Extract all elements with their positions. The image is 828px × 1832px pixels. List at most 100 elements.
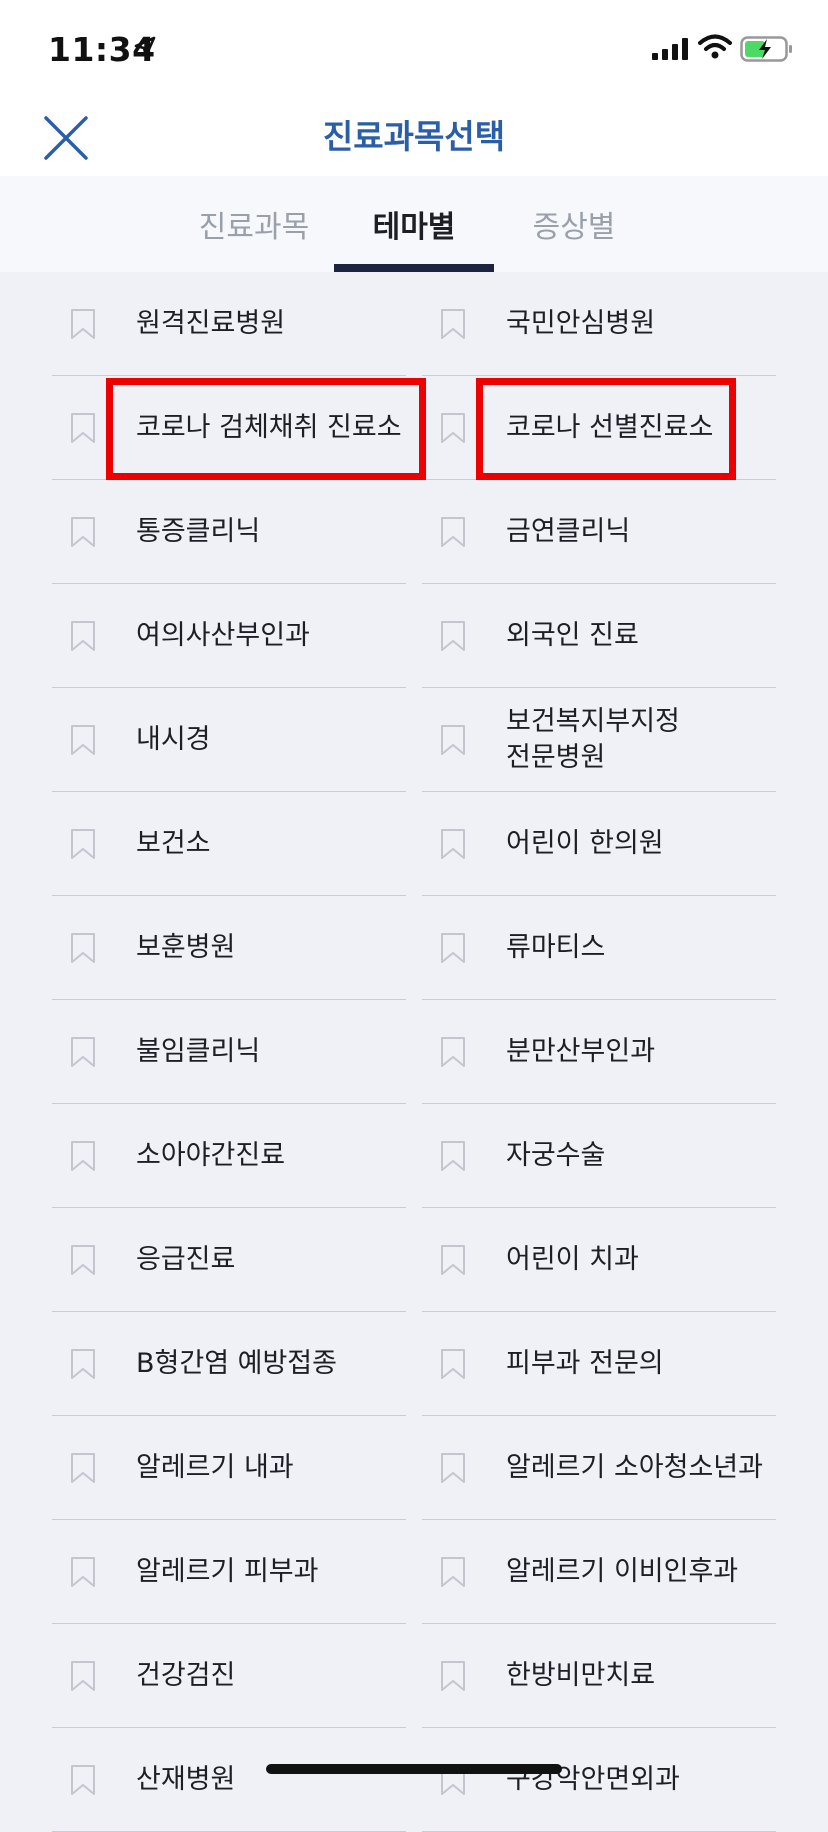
bookmark-icon[interactable] [440, 1244, 466, 1276]
bookmark-icon[interactable] [440, 828, 466, 860]
theme-item[interactable]: 내시경 [52, 688, 406, 792]
bookmark-icon[interactable] [440, 516, 466, 548]
theme-item[interactable]: 알레르기 소아청소년과 [422, 1416, 776, 1520]
theme-item[interactable]: 피부과 전문의 [422, 1312, 776, 1416]
theme-item[interactable]: 어린이 치과 [422, 1208, 776, 1312]
theme-item[interactable]: 알레르기 이비인후과 [422, 1520, 776, 1624]
theme-item-label: 어린이 한의원 [506, 827, 664, 859]
theme-item-label: 불임클리닉 [136, 1035, 261, 1067]
theme-item-label: 국민안심병원 [506, 307, 656, 339]
theme-item[interactable]: 원격진료병원 [52, 272, 406, 376]
theme-item-label: 보건소 [136, 827, 211, 859]
bookmark-icon[interactable] [440, 724, 466, 756]
bookmark-icon[interactable] [70, 1140, 96, 1172]
theme-item-label: 응급진료 [136, 1243, 236, 1275]
theme-item-label: 류마티스 [506, 931, 606, 963]
theme-item[interactable]: 코로나 검체채취 진료소 [52, 376, 406, 480]
bookmark-icon[interactable] [70, 1348, 96, 1380]
tab-specialty[interactable]: 진료과목 [174, 202, 334, 246]
bookmark-icon[interactable] [440, 308, 466, 340]
bookmark-icon[interactable] [70, 1660, 96, 1692]
theme-item[interactable]: 자궁수술 [422, 1104, 776, 1208]
bookmark-icon[interactable] [440, 1140, 466, 1172]
theme-item-label: 여의사산부인과 [136, 619, 310, 651]
theme-item[interactable]: 알레르기 내과 [52, 1416, 406, 1520]
theme-item[interactable]: 한방비만치료 [422, 1624, 776, 1728]
bookmark-icon[interactable] [70, 620, 96, 652]
theme-item[interactable]: 코로나 선별진료소 [422, 376, 776, 480]
theme-item-label: 코로나 검체채취 진료소 [136, 411, 402, 443]
bookmark-icon[interactable] [440, 412, 466, 444]
theme-item-label: 소아야간진료 [136, 1139, 286, 1171]
theme-item[interactable]: 소아야간진료 [52, 1104, 406, 1208]
theme-item-label: 외국인 진료 [506, 619, 639, 651]
theme-item[interactable]: 응급진료 [52, 1208, 406, 1312]
theme-item-label: 한방비만치료 [506, 1659, 656, 1691]
theme-item-label: 산재병원 [136, 1763, 236, 1795]
theme-item-label: 보건복지부지정 전문병원 [506, 705, 680, 773]
bookmark-icon[interactable] [440, 932, 466, 964]
tab-symptom[interactable]: 증상별 [494, 202, 654, 246]
header: 진료과목선택 [0, 100, 828, 176]
bookmark-icon[interactable] [440, 1348, 466, 1380]
active-tab-indicator [334, 264, 494, 272]
theme-item[interactable]: 통증클리닉 [52, 480, 406, 584]
bookmark-icon[interactable] [70, 412, 96, 444]
theme-item-label: B형간염 예방접종 [136, 1347, 337, 1379]
theme-item[interactable]: 국민안심병원 [422, 272, 776, 376]
theme-item[interactable]: 보건복지부지정 전문병원 [422, 688, 776, 792]
theme-item-label: 분만산부인과 [506, 1035, 656, 1067]
theme-item[interactable]: B형간염 예방접종 [52, 1312, 406, 1416]
location-arrow-icon [134, 36, 156, 58]
theme-item-label: 건강검진 [136, 1659, 236, 1691]
bookmark-icon[interactable] [70, 1452, 96, 1484]
theme-item[interactable]: 분만산부인과 [422, 1000, 776, 1104]
bookmark-icon[interactable] [70, 724, 96, 756]
theme-item-label: 원격진료병원 [136, 307, 286, 339]
theme-item[interactable]: 산재병원 [52, 1728, 406, 1832]
theme-item-label: 자궁수술 [506, 1139, 606, 1171]
theme-item[interactable]: 보훈병원 [52, 896, 406, 1000]
theme-item-label: 어린이 치과 [506, 1243, 639, 1275]
theme-item-label: 코로나 선별진료소 [506, 411, 714, 443]
theme-item-label: 통증클리닉 [136, 515, 261, 547]
theme-item[interactable]: 여의사산부인과 [52, 584, 406, 688]
bookmark-icon[interactable] [70, 932, 96, 964]
theme-item[interactable]: 외국인 진료 [422, 584, 776, 688]
theme-item[interactable]: 보건소 [52, 792, 406, 896]
bookmark-icon[interactable] [70, 1556, 96, 1588]
bookmark-icon[interactable] [440, 620, 466, 652]
bookmark-icon[interactable] [70, 516, 96, 548]
bookmark-icon[interactable] [70, 1036, 96, 1068]
theme-item[interactable]: 류마티스 [422, 896, 776, 1000]
home-indicator [266, 1764, 562, 1774]
theme-item-label: 금연클리닉 [506, 515, 631, 547]
bookmark-icon[interactable] [440, 1036, 466, 1068]
tab-theme[interactable]: 테마별 [334, 202, 494, 246]
theme-item[interactable]: 어린이 한의원 [422, 792, 776, 896]
theme-item-label: 구강악안면외과 [506, 1763, 680, 1795]
theme-item-label: 보훈병원 [136, 931, 236, 963]
theme-item-label: 알레르기 이비인후과 [506, 1555, 739, 1587]
theme-item-label: 내시경 [136, 723, 211, 755]
bookmark-icon[interactable] [70, 828, 96, 860]
bookmark-icon[interactable] [440, 1452, 466, 1484]
status-bar: 11:34 [0, 0, 828, 100]
bookmark-icon[interactable] [70, 1764, 96, 1796]
page-title: 진료과목선택 [322, 117, 506, 156]
battery-charging-icon [740, 36, 792, 62]
theme-item[interactable]: 불임클리닉 [52, 1000, 406, 1104]
tab-bar: 진료과목 테마별 증상별 [0, 176, 828, 272]
theme-item-label: 피부과 전문의 [506, 1347, 664, 1379]
signal-icon [652, 38, 688, 60]
theme-item[interactable]: 알레르기 피부과 [52, 1520, 406, 1624]
wifi-icon [698, 34, 732, 59]
bookmark-icon[interactable] [70, 1244, 96, 1276]
bookmark-icon[interactable] [440, 1556, 466, 1588]
bookmark-icon[interactable] [70, 308, 96, 340]
theme-item[interactable]: 건강검진 [52, 1624, 406, 1728]
bookmark-icon[interactable] [440, 1660, 466, 1692]
theme-item-label: 알레르기 피부과 [136, 1555, 319, 1587]
theme-item[interactable]: 금연클리닉 [422, 480, 776, 584]
theme-item[interactable]: 구강악안면외과 [422, 1728, 776, 1832]
